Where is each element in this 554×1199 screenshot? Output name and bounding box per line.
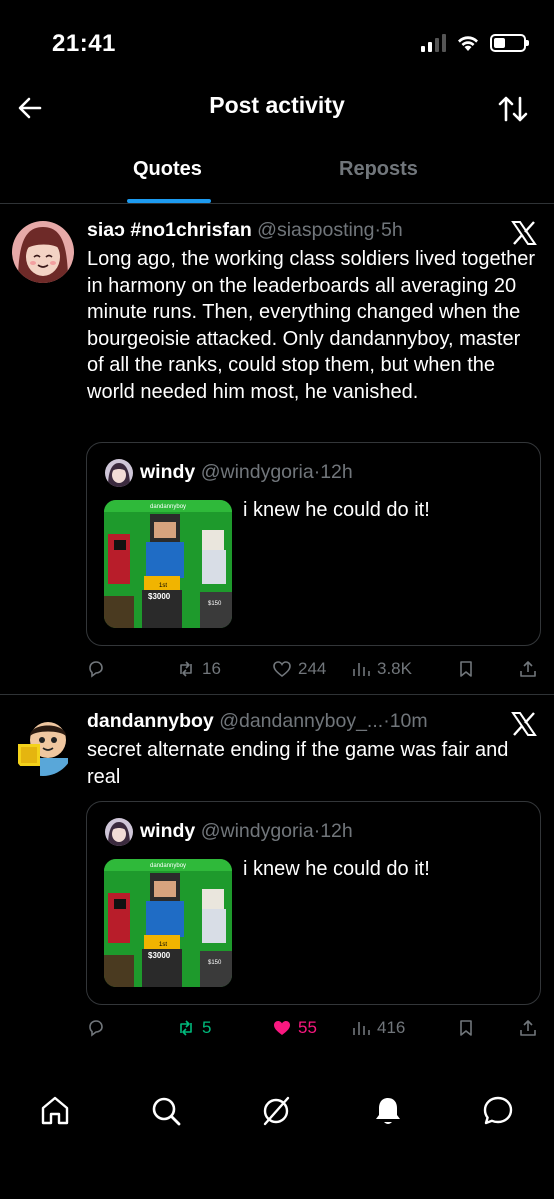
quoted-post[interactable]: windy @windygoria·12h dandannyboy 1st $3… <box>86 442 541 646</box>
like-button[interactable]: 244 <box>272 659 326 679</box>
thumb-price: $3000 <box>148 951 171 960</box>
home-icon[interactable] <box>37 1093 73 1129</box>
quoted-display-name: windy <box>140 461 196 483</box>
post-text: secret alternate ending if the game was … <box>87 739 509 788</box>
post-header: dandannyboy @dandannyboy_...·10m <box>87 710 428 733</box>
tab-bar: Quotes Reposts <box>0 140 554 204</box>
quoted-text: i knew he could do it! <box>243 858 430 880</box>
bookmark-icon <box>460 661 472 677</box>
post-header: siaↄ #no1chrisfan @siasposting·5h <box>87 219 403 242</box>
bookmark-icon <box>460 1020 472 1036</box>
like-count: 244 <box>298 659 327 678</box>
thumb-price-2: $150 <box>208 960 222 966</box>
post-card[interactable]: siaↄ #no1chrisfan @siasposting·5h Long a… <box>0 205 554 695</box>
post-time: 10m <box>389 710 428 732</box>
sort-icon[interactable] <box>496 92 530 126</box>
quoted-time: 12h <box>320 820 353 842</box>
quoted-header: windy @windygoria·12h <box>140 461 353 484</box>
bookmark-button[interactable] <box>456 1018 476 1038</box>
repost-button[interactable]: 16 <box>176 659 221 679</box>
cellular-signal-icon <box>421 34 446 52</box>
status-icons <box>421 34 529 52</box>
display-name[interactable]: dandannyboy <box>87 710 214 732</box>
battery-icon <box>490 34 529 52</box>
thumb-price-2: $150 <box>208 601 222 607</box>
views-chart-icon <box>353 663 370 676</box>
share-icon <box>520 1020 536 1036</box>
repost-button[interactable]: 5 <box>176 1018 211 1038</box>
repost-count: 5 <box>202 1018 212 1037</box>
views-chart-icon <box>353 1022 370 1035</box>
handle[interactable]: @dandannyboy_... <box>219 710 383 732</box>
thumb-caption: dandannyboy <box>150 504 186 510</box>
notifications-icon[interactable] <box>370 1093 406 1129</box>
reply-button[interactable] <box>86 659 106 679</box>
like-button[interactable]: 55 <box>272 1018 317 1038</box>
share-button[interactable] <box>518 659 538 679</box>
reply-icon <box>89 661 103 678</box>
repost-count: 16 <box>202 659 221 678</box>
views-button[interactable]: 3.8K <box>351 659 412 679</box>
repost-icon <box>180 1020 192 1036</box>
quoted-avatar <box>105 818 133 846</box>
bookmark-button[interactable] <box>456 659 476 679</box>
quoted-time: 12h <box>320 461 353 483</box>
tab-quotes[interactable]: Quotes <box>133 158 202 181</box>
avatar[interactable] <box>12 714 74 776</box>
like-count: 55 <box>298 1018 317 1037</box>
display-name[interactable]: siaↄ #no1chrisfan <box>87 219 252 241</box>
share-button[interactable] <box>518 1018 538 1038</box>
post-actions: 5 55 416 <box>86 1018 544 1048</box>
thumb-price: $3000 <box>148 592 171 601</box>
view-count: 416 <box>377 1018 406 1037</box>
post-actions: 16 244 3.8K <box>86 659 544 689</box>
active-tab-indicator <box>127 199 211 203</box>
thumb-rank: 1st <box>159 942 167 948</box>
view-count: 3.8K <box>377 659 412 678</box>
bottom-nav <box>0 1085 554 1145</box>
x-logo-icon <box>511 712 537 736</box>
search-icon[interactable] <box>148 1093 184 1129</box>
post-card[interactable]: dandannyboy @dandannyboy_...·10m secret … <box>0 696 554 1056</box>
thumb-caption: dandannyboy <box>150 863 186 869</box>
quoted-text: i knew he could do it! <box>243 499 430 521</box>
thumb-rank: 1st <box>159 583 167 589</box>
heart-filled-icon <box>274 1021 290 1035</box>
repost-icon <box>180 661 192 677</box>
quoted-handle: @windygoria <box>200 461 314 483</box>
status-time: 21:41 <box>52 30 116 57</box>
wifi-icon <box>458 36 478 51</box>
quoted-post[interactable]: windy @windygoria·12h dandannyboy 1st $3… <box>86 801 541 1005</box>
quoted-media-thumbnail[interactable]: dandannyboy 1st $3000 $150 <box>104 859 232 987</box>
reply-button[interactable] <box>86 1018 106 1038</box>
messages-icon[interactable] <box>480 1093 516 1129</box>
heart-icon <box>273 661 291 678</box>
tab-reposts[interactable]: Reposts <box>339 158 418 181</box>
quoted-handle: @windygoria <box>200 820 314 842</box>
quoted-avatar <box>105 459 133 487</box>
quoted-media-thumbnail[interactable]: dandannyboy 1st $3000 $150 <box>104 500 232 628</box>
post-text: Long ago, the working class soldiers liv… <box>87 248 536 403</box>
page-title: Post activity <box>209 92 345 118</box>
status-bar: 21:41 <box>0 0 554 90</box>
share-icon <box>520 661 536 677</box>
grok-icon[interactable] <box>258 1093 294 1129</box>
x-logo-icon <box>511 221 537 245</box>
quoted-header: windy @windygoria·12h <box>140 820 353 843</box>
avatar[interactable] <box>12 221 74 283</box>
views-button[interactable]: 416 <box>351 1018 405 1038</box>
handle[interactable]: @siasposting <box>257 219 374 241</box>
header: Post activity <box>0 80 554 136</box>
reply-icon <box>89 1020 103 1037</box>
quoted-display-name: windy <box>140 820 196 842</box>
post-time: 5h <box>381 219 403 241</box>
